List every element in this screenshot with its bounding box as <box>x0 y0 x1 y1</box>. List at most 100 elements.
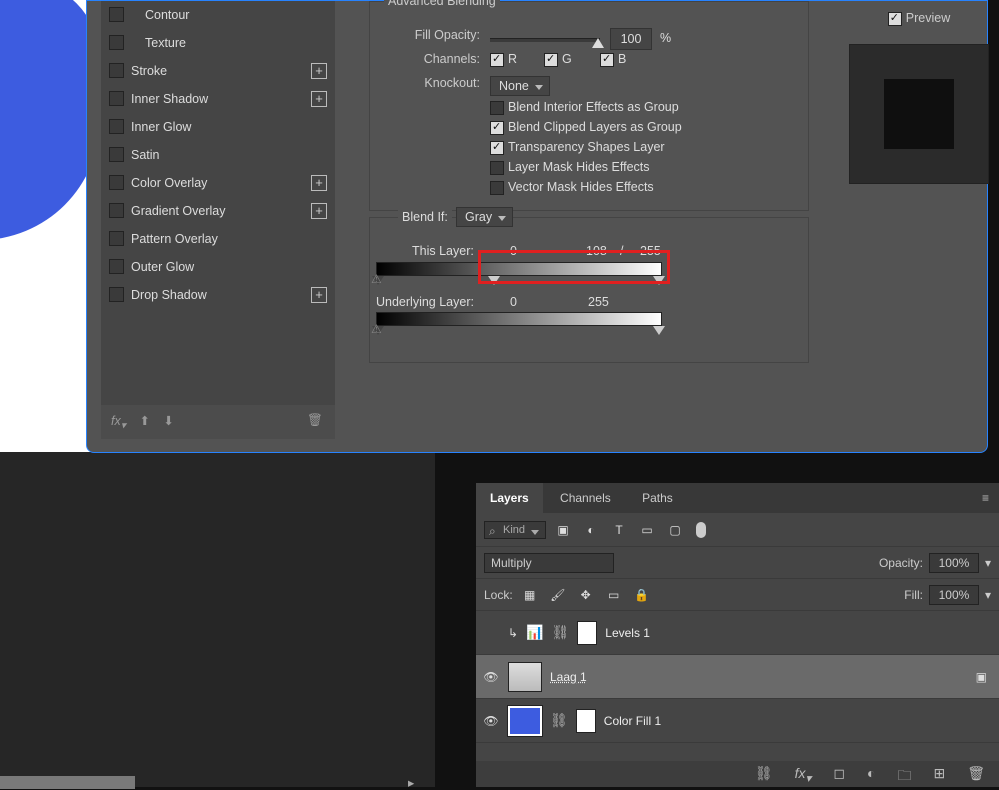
blend-interior-checkbox[interactable] <box>490 101 504 115</box>
workspace-dark <box>0 452 435 787</box>
blend-clipped-checkbox[interactable] <box>490 121 504 135</box>
new-group-icon[interactable]: 🗀 <box>897 765 911 783</box>
tab-layers[interactable]: Layers <box>476 483 543 513</box>
checkbox-icon[interactable] <box>109 259 124 274</box>
trash-icon[interactable]: 🗑 <box>307 413 323 428</box>
plus-icon[interactable]: + <box>311 175 327 191</box>
layer-mask-thumb[interactable] <box>576 709 596 733</box>
fx-item-color-overlay[interactable]: Color Overlay+ <box>101 169 335 197</box>
filter-text-icon[interactable]: T <box>608 519 630 541</box>
fx-item-drop-shadow[interactable]: Drop Shadow+ <box>101 281 335 309</box>
new-adjustment-icon[interactable]: ◐ <box>867 765 875 783</box>
mask-link-icon[interactable]: ⛓ <box>550 712 568 729</box>
smart-object-icon: ▣ <box>976 670 987 684</box>
layers-footer: ⛓ fx▾ ◻ ◐ 🗀 ⊞ 🗑 <box>476 761 999 787</box>
layer-mask-hides-checkbox[interactable] <box>490 161 504 175</box>
checkbox-icon[interactable] <box>109 147 124 162</box>
layer-row-colorfill[interactable]: 👁 ⛓ Color Fill 1 <box>476 699 999 743</box>
filter-shape-icon[interactable]: ▭ <box>636 519 658 541</box>
channel-r-checkbox[interactable] <box>490 53 504 67</box>
lock-artboard-icon[interactable]: ▭ <box>603 584 625 606</box>
fill-field[interactable]: 100% <box>929 585 979 605</box>
underlying-gradient[interactable] <box>376 312 662 326</box>
blend-if-channel-dropdown[interactable]: Gray <box>456 207 513 227</box>
checkbox-icon[interactable] <box>109 91 124 106</box>
plus-icon[interactable]: + <box>311 63 327 79</box>
this-layer-label: This Layer: <box>412 244 474 258</box>
under-white-stop[interactable] <box>653 326 665 335</box>
delete-layer-icon[interactable]: 🗑 <box>967 765 985 783</box>
layer-filter-row: Kind ▣ ◐ T ▭ ▢ <box>476 513 999 547</box>
opacity-flyout-icon[interactable]: ▾ <box>985 556 991 570</box>
scrollbar-horizontal[interactable] <box>0 776 135 789</box>
layer-fx-icon[interactable]: fx▾ <box>795 765 812 783</box>
checkbox-icon[interactable] <box>109 63 124 78</box>
plus-icon[interactable]: + <box>311 203 327 219</box>
link-layers-icon[interactable]: ⛓ <box>755 765 773 783</box>
fx-item-gradient-overlay[interactable]: Gradient Overlay+ <box>101 197 335 225</box>
new-layer-icon[interactable]: ⊞ <box>933 765 945 783</box>
fx-item-contour[interactable]: Contour <box>101 1 335 29</box>
checkbox-icon[interactable] <box>109 119 124 134</box>
channel-g-checkbox[interactable] <box>544 53 558 67</box>
opacity-field[interactable]: 100% <box>929 553 979 573</box>
visibility-toggle[interactable]: 👁 <box>482 714 500 728</box>
tab-paths[interactable]: Paths <box>628 483 687 513</box>
layer-row-laag1[interactable]: 👁 Laag 1 ▣ <box>476 655 999 699</box>
scrollbar-arrow-right-icon[interactable]: ▸ <box>408 775 414 790</box>
lock-all-icon[interactable]: 🔒 <box>631 584 653 606</box>
knockout-dropdown[interactable]: None <box>490 76 550 96</box>
tab-channels[interactable]: Channels <box>546 483 625 513</box>
checkbox-icon[interactable] <box>109 175 124 190</box>
layer-name[interactable]: Color Fill 1 <box>604 714 661 728</box>
lock-pixels-icon[interactable]: 🖌 <box>547 584 569 606</box>
fx-item-outer-glow[interactable]: Outer Glow <box>101 253 335 281</box>
checkbox-icon[interactable] <box>109 203 124 218</box>
plus-icon[interactable]: + <box>311 91 327 107</box>
layer-mask-thumb[interactable] <box>577 621 597 645</box>
add-mask-icon[interactable]: ◻ <box>833 765 845 783</box>
fx-icon[interactable]: fx▾ <box>111 414 126 432</box>
fill-opacity-value[interactable]: 100 <box>610 28 652 50</box>
plus-icon[interactable]: + <box>311 287 327 303</box>
layer-thumb[interactable] <box>508 706 542 736</box>
fill-opacity-thumb[interactable] <box>592 38 604 48</box>
filter-kind-dropdown[interactable]: Kind <box>484 521 546 539</box>
fx-item-satin[interactable]: Satin <box>101 141 335 169</box>
layer-style-dialog: Contour Texture Stroke+ Inner Shadow+ In… <box>86 0 988 453</box>
mask-link-icon[interactable]: ⛓ <box>552 624 570 641</box>
annotation-highlight <box>478 250 670 284</box>
layer-row-levels[interactable]: 👁 ↳ 📊 ⛓ Levels 1 <box>476 611 999 655</box>
preview-checkbox[interactable] <box>888 12 902 26</box>
fx-item-pattern-overlay[interactable]: Pattern Overlay <box>101 225 335 253</box>
blend-mode-dropdown[interactable]: Multiply <box>484 553 614 573</box>
filter-adjustment-icon[interactable]: ◐ <box>580 519 602 541</box>
checkbox-icon[interactable] <box>109 287 124 302</box>
arrow-down-icon[interactable]: ⬇ <box>163 413 173 428</box>
filter-pixel-icon[interactable]: ▣ <box>552 519 574 541</box>
fill-flyout-icon[interactable]: ▾ <box>985 588 991 602</box>
filter-smart-icon[interactable]: ▢ <box>664 519 686 541</box>
visibility-toggle[interactable]: 👁 <box>482 670 500 684</box>
fx-item-inner-glow[interactable]: Inner Glow <box>101 113 335 141</box>
fx-item-texture[interactable]: Texture <box>101 29 335 57</box>
filter-toggle-icon[interactable] <box>696 522 706 538</box>
layer-name[interactable]: Laag 1 <box>550 670 587 684</box>
checkbox-icon[interactable] <box>109 7 124 22</box>
layer-thumb[interactable] <box>508 662 542 692</box>
lock-transparency-icon[interactable]: ▦ <box>519 584 541 606</box>
checkbox-icon[interactable] <box>109 35 124 50</box>
vector-mask-hides-checkbox[interactable] <box>490 181 504 195</box>
channel-b-checkbox[interactable] <box>600 53 614 67</box>
panel-menu-icon[interactable]: ≡ <box>972 483 999 513</box>
fx-item-inner-shadow[interactable]: Inner Shadow+ <box>101 85 335 113</box>
lock-position-icon[interactable]: ✥ <box>575 584 597 606</box>
warn-icon: ⚠ <box>371 322 382 336</box>
arrow-up-icon[interactable]: ⬆ <box>139 413 149 428</box>
checkbox-icon[interactable] <box>109 231 124 246</box>
panel-tabs: Layers Channels Paths ≡ <box>476 483 999 513</box>
transparency-shapes-checkbox[interactable] <box>490 141 504 155</box>
fx-item-stroke[interactable]: Stroke+ <box>101 57 335 85</box>
layer-name[interactable]: Levels 1 <box>605 626 650 640</box>
fill-opacity-slider[interactable] <box>490 38 600 42</box>
